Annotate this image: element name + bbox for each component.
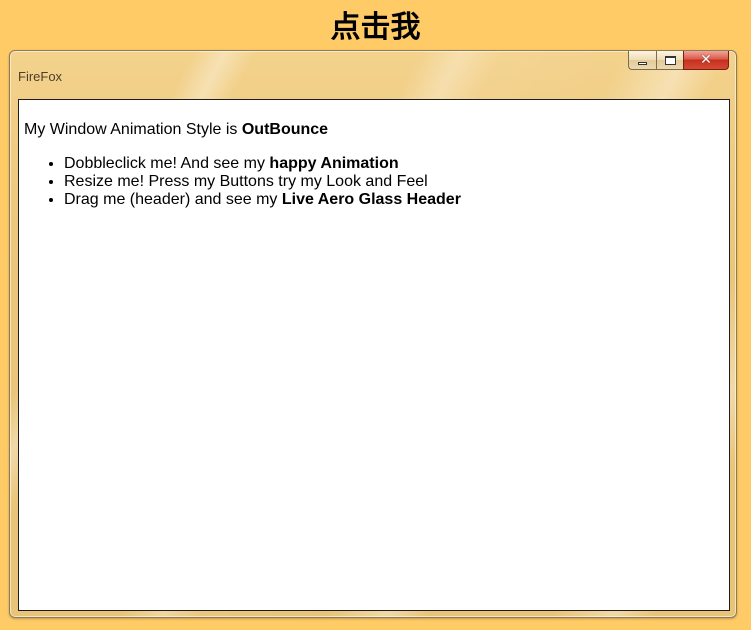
content-area: My Window Animation Style is OutBounce D…	[18, 99, 730, 611]
window-title[interactable]: FireFox	[18, 69, 62, 85]
tip-highlight: happy Animation	[269, 155, 399, 172]
animation-style-text: My Window Animation Style is OutBounce	[24, 121, 328, 139]
caption-buttons: ✕	[628, 51, 729, 71]
minimize-icon	[638, 61, 647, 65]
animation-style-label: My Window Animation Style is	[24, 121, 242, 138]
tip-text: Drag me (header) and see my	[64, 191, 282, 208]
list-item: Dobbleclick me! And see my happy Animati…	[64, 155, 461, 173]
maximize-icon	[664, 55, 676, 65]
close-button[interactable]: ✕	[683, 51, 729, 70]
tip-highlight: Live Aero Glass Header	[281, 191, 461, 208]
maximize-button[interactable]	[656, 51, 683, 70]
tip-text: Dobbleclick me! And see my	[64, 155, 270, 172]
tip-text: Resize me! Press my Buttons try my Look …	[64, 173, 428, 190]
close-icon: ✕	[700, 52, 712, 68]
list-item: Resize me! Press my Buttons try my Look …	[64, 173, 461, 191]
list-item: Drag me (header) and see my Live Aero Gl…	[64, 191, 461, 209]
minimize-button[interactable]	[628, 51, 656, 70]
app-window[interactable]: FireFox ✕ My Window Animation Style is O…	[9, 50, 737, 618]
tips-list: Dobbleclick me! And see my happy Animati…	[24, 155, 461, 209]
page-heading[interactable]: 点击我	[0, 8, 751, 48]
animation-style-value: OutBounce	[241, 121, 329, 138]
